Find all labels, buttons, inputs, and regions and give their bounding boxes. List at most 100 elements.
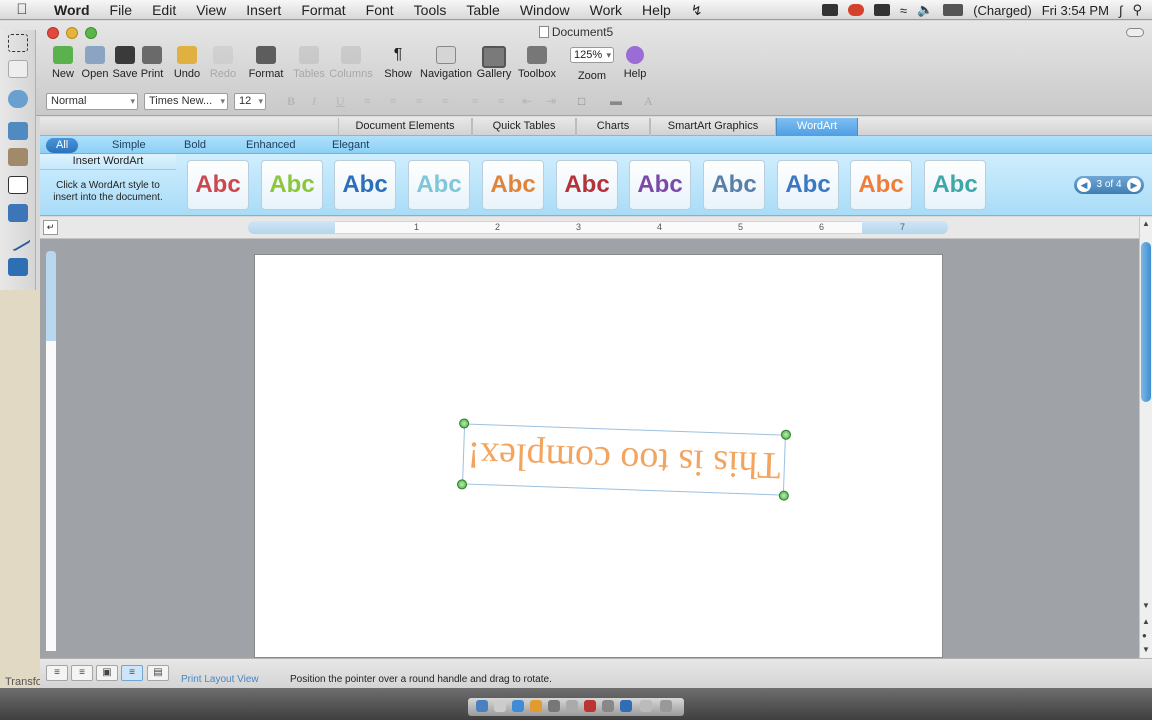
wordart-object[interactable]: This is too complex! (456, 418, 792, 501)
scroll-up-icon[interactable]: ▲ (1142, 219, 1150, 228)
toolbox-button[interactable]: Toolbox (516, 46, 558, 80)
tab-smartart-graphics[interactable]: SmartArt Graphics (650, 118, 776, 136)
group-bold[interactable]: Bold (174, 138, 216, 153)
rotate-icon[interactable] (8, 90, 28, 108)
vertical-scrollbar[interactable]: ▲ ▼ ▲ ● ▼ (1139, 217, 1152, 658)
menu-help[interactable]: Help (632, 0, 681, 20)
save-button[interactable]: Save (110, 46, 140, 80)
undo-button[interactable]: Undo (171, 46, 203, 80)
print-layout-view-button[interactable]: ≡ (121, 665, 143, 681)
bulleted-list-icon[interactable]: ≡ (472, 94, 479, 109)
underline-icon[interactable]: U (336, 94, 345, 109)
folder-icon[interactable] (640, 700, 652, 712)
format-button[interactable]: Format (247, 46, 285, 80)
menu-tools[interactable]: Tools (404, 0, 457, 20)
3d-shape-icon[interactable] (8, 258, 28, 276)
vertical-ruler[interactable] (46, 251, 56, 651)
menu-word[interactable]: Word (44, 0, 100, 20)
app-icon[interactable] (584, 700, 596, 712)
wordart-style-8[interactable]: Abc (703, 160, 765, 210)
scroll-thumb[interactable] (1141, 242, 1151, 402)
app-icon[interactable] (548, 700, 560, 712)
notebook-layout-view-button[interactable]: ▤ (147, 665, 169, 681)
numbered-list-icon[interactable]: ≡ (498, 94, 505, 109)
menu-window[interactable]: Window (510, 0, 580, 20)
battery-icon[interactable] (943, 4, 964, 16)
style-select[interactable]: Normal (46, 93, 138, 110)
spotlight-icon[interactable]: ⚲ (1132, 2, 1142, 18)
resize-handle[interactable] (780, 429, 792, 440)
group-enhanced[interactable]: Enhanced (236, 138, 306, 153)
wordart-style-10[interactable]: Abc (850, 160, 912, 210)
group-all[interactable]: All (46, 138, 79, 153)
group-simple[interactable]: Simple (102, 138, 156, 153)
tab-document-elements[interactable]: Document Elements (338, 118, 472, 136)
font-color-icon[interactable]: A (644, 94, 653, 109)
volume-icon[interactable]: 🔈 (917, 2, 933, 18)
outline-view-button[interactable]: ≡ (71, 665, 93, 681)
previous-page-icon[interactable]: ▲ (1142, 617, 1150, 626)
document-page[interactable]: This is too complex! (254, 254, 943, 658)
word-app-icon[interactable] (620, 700, 632, 712)
align-right-icon[interactable]: ≡ (416, 94, 423, 109)
show-button[interactable]: ¶ Show (383, 46, 413, 80)
text-box-icon[interactable] (8, 176, 28, 194)
select-objects-icon[interactable] (8, 34, 28, 52)
shapes-icon[interactable] (8, 204, 28, 222)
next-page-icon[interactable]: ▼ (1142, 645, 1150, 654)
resize-handle[interactable] (778, 490, 789, 501)
columns-button[interactable]: Columns (328, 46, 374, 80)
toolbar-toggle-button[interactable] (1126, 28, 1144, 37)
clip-art-icon[interactable] (8, 148, 28, 166)
wordart-style-9[interactable]: Abc (777, 160, 839, 210)
navigation-button[interactable]: Navigation (420, 46, 472, 80)
help-button[interactable]: Help (620, 46, 650, 80)
gallery-prev-icon[interactable]: ◀ (1077, 178, 1091, 192)
borders-icon[interactable]: □ (578, 94, 585, 109)
menu-table[interactable]: Table (456, 0, 509, 20)
redo-button[interactable]: Redo (208, 46, 238, 80)
zoom-control[interactable]: 125%Zoom (566, 46, 618, 82)
new-button[interactable]: New (46, 46, 80, 80)
keyboard-icon[interactable] (821, 4, 838, 16)
menu-work[interactable]: Work (580, 0, 632, 20)
wordart-style-3[interactable]: Abc (334, 160, 396, 210)
draft-view-button[interactable]: ≡ (46, 665, 68, 681)
publishing-layout-view-button[interactable]: ▣ (96, 665, 118, 681)
justify-icon[interactable]: ≡ (442, 94, 449, 109)
gallery-button[interactable]: Gallery (474, 46, 514, 80)
open-button[interactable]: Open (80, 46, 110, 80)
font-size-select[interactable]: 12 (234, 93, 266, 110)
tab-charts[interactable]: Charts (576, 118, 650, 136)
highlight-icon[interactable]: ▬ (610, 94, 622, 109)
bluetooth-icon[interactable]: ∫ (1119, 3, 1123, 18)
wordart-style-11[interactable]: Abc (924, 160, 986, 210)
wordart-style-7[interactable]: Abc (629, 160, 691, 210)
wifi-icon[interactable]: ≈ (900, 3, 907, 18)
font-select[interactable]: Times New... (144, 93, 228, 110)
bold-icon[interactable]: B (287, 94, 295, 109)
menu-font[interactable]: Font (356, 0, 404, 20)
app-icon[interactable] (566, 700, 578, 712)
menu-format[interactable]: Format (291, 0, 355, 20)
tab-wordart[interactable]: WordArt (776, 118, 858, 136)
script-menu-icon[interactable]: ↯ (681, 0, 713, 20)
italic-icon[interactable]: I (312, 94, 316, 109)
picture-icon[interactable] (8, 122, 28, 140)
gallery-next-icon[interactable]: ▶ (1127, 178, 1141, 192)
wordart-style-2[interactable]: Abc (261, 160, 323, 210)
draw-table-icon[interactable] (8, 60, 28, 78)
safari-icon[interactable] (512, 700, 524, 712)
align-center-icon[interactable]: ≡ (390, 94, 397, 109)
battery-status[interactable]: (Charged) (973, 3, 1032, 18)
resize-handle[interactable] (456, 479, 468, 490)
finder-icon[interactable] (476, 700, 488, 712)
zoom-select[interactable]: 125% (570, 47, 614, 63)
display-icon[interactable] (873, 4, 890, 16)
app-icon[interactable] (602, 700, 614, 712)
scroll-down-icon[interactable]: ▼ (1142, 601, 1150, 610)
dashboard-icon[interactable] (494, 700, 506, 712)
clock[interactable]: Fri 3:54 PM (1042, 3, 1109, 18)
menu-view[interactable]: View (186, 0, 236, 20)
apple-menu-icon[interactable]:  (0, 1, 44, 18)
